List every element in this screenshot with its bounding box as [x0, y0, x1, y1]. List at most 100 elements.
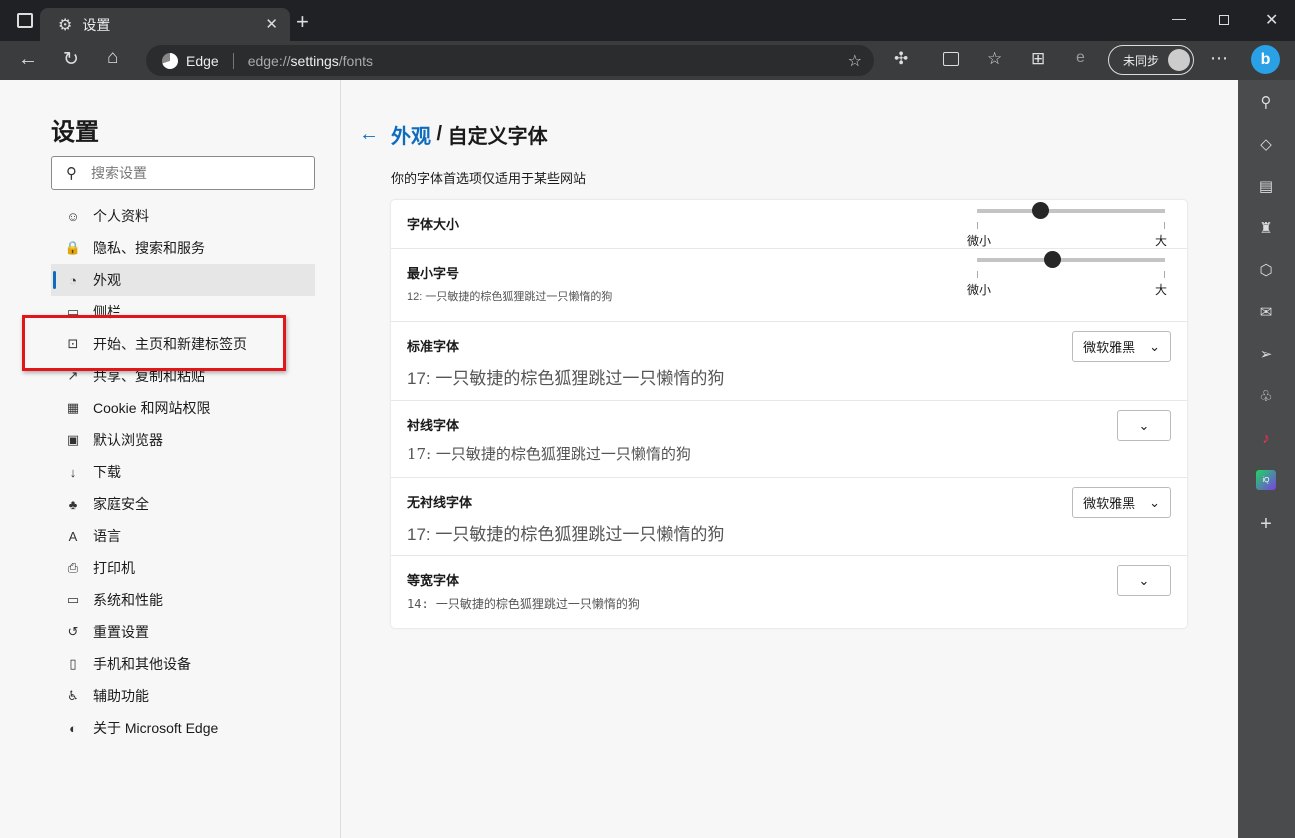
more-icon[interactable]: ⋯: [1210, 48, 1228, 69]
sidebar-item-15[interactable]: ♿ 辅助功能: [51, 680, 315, 712]
fonts-card: 字体大小 微小 大 最小字号 12: 一只敏捷的棕色狐狸跳过一只懒惰的狗 微小 …: [391, 200, 1187, 628]
close-tab-icon[interactable]: ✕: [265, 15, 278, 33]
standard-font-row: 标准字体 17: 一只敏捷的棕色狐狸跳过一只懒惰的狗 微软雅黑 ⌄: [391, 322, 1187, 401]
split-screen-icon[interactable]: [943, 52, 959, 66]
sidebar-item-1[interactable]: 🔒 隐私、搜索和服务: [51, 232, 315, 264]
sidebar-item-11[interactable]: ⎙ 打印机: [51, 552, 315, 584]
new-tab-icon[interactable]: +: [296, 9, 309, 35]
chevron-down-icon: ⌄: [1149, 494, 1160, 510]
microsoft-365-icon[interactable]: ⬡: [1256, 260, 1276, 280]
phone-icon: ▯: [69, 656, 77, 671]
profile-sync-button[interactable]: 未同步: [1108, 45, 1194, 75]
sidebar-item-label: 家庭安全: [93, 496, 149, 512]
sidebar-item-label: 下载: [93, 464, 121, 480]
maximize-icon[interactable]: [1219, 15, 1229, 25]
bing-copilot-icon[interactable]: b: [1251, 45, 1280, 74]
sans-serif-font-sample: 17: 一只敏捷的棕色狐狸跳过一只懒惰的狗: [407, 525, 725, 544]
search-icon: ⚲: [66, 165, 77, 182]
sidebar-item-12[interactable]: ▭ 系统和性能: [51, 584, 315, 616]
sidebar-item-label: Cookie 和网站权限: [93, 400, 211, 416]
sidebar-item-7[interactable]: ▣ 默认浏览器: [51, 424, 315, 456]
avatar: [1168, 49, 1190, 71]
sidebar-item-2[interactable]: ◔ 外观: [51, 264, 315, 296]
monospace-font-dropdown[interactable]: ⌄: [1117, 565, 1171, 596]
address-bar[interactable]: Edge edge://settings/fonts ☆: [146, 45, 874, 76]
search-input[interactable]: ⚲ 搜索设置: [51, 156, 315, 190]
slider-thumb[interactable]: [1031, 202, 1049, 219]
sidebar-item-label: 个人资料: [93, 208, 149, 224]
chevron-down-icon: ⌄: [1138, 572, 1150, 588]
games-chess-icon[interactable]: ♜: [1256, 218, 1276, 238]
standard-font-sample: 17: 一只敏捷的棕色狐狸跳过一只懒惰的狗: [407, 369, 725, 388]
sidebar-item-label: 系统和性能: [93, 592, 163, 608]
add-favorite-icon[interactable]: ☆: [848, 51, 862, 71]
min-font-size-row: 最小字号 12: 一只敏捷的棕色狐狸跳过一只懒惰的狗 微小 大: [391, 249, 1187, 322]
laptop-icon: ▭: [66, 592, 80, 607]
family-icon: ♣: [68, 496, 78, 512]
sidebar-item-8[interactable]: ↓ 下载: [51, 456, 315, 488]
download-icon: ↓: [69, 464, 77, 480]
palette-icon: ◔: [69, 272, 77, 288]
sidebar-item-14[interactable]: ▯ 手机和其他设备: [51, 648, 315, 680]
settings-sidebar: 设置 ⚲ 搜索设置 ☺ 个人资料 🔒 隐私、搜索和服务 ◔ 外观 ▭ 侧栏 ⊡ 开始、主页和新建标…: [0, 80, 341, 838]
breadcrumb-separator: /: [431, 123, 448, 145]
sidebar-item-label: 外观: [93, 272, 121, 288]
close-window-icon[interactable]: ✕: [1265, 10, 1278, 30]
settings-nav: ☺ 个人资料 🔒 隐私、搜索和服务 ◔ 外观 ▭ 侧栏 ⊡ 开始、主页和新建标签页 ↗ 共享、复制和粘…: [51, 200, 315, 744]
sidebar-item-label: 打印机: [93, 560, 135, 576]
serif-font-dropdown[interactable]: ⌄: [1117, 410, 1171, 441]
back-icon[interactable]: ←: [18, 48, 38, 71]
sidebar-item-label: 辅助功能: [93, 688, 149, 704]
profile-icon: ☺: [66, 208, 80, 224]
extensions-icon[interactable]: ✣: [894, 49, 908, 69]
serif-font-label: 衬线字体: [407, 418, 460, 433]
language-icon: A: [68, 528, 78, 544]
sidebar-item-9[interactable]: ♣ 家庭安全: [51, 488, 315, 520]
search-placeholder: 搜索设置: [91, 165, 147, 181]
monospace-font-label: 等宽字体: [407, 573, 460, 588]
dropdown-value: 微软雅黑: [1083, 340, 1136, 355]
ie-mode-icon[interactable]: e: [1076, 49, 1085, 67]
sidebar-item-10[interactable]: A 语言: [51, 520, 315, 552]
font-size-slider[interactable]: 微小 大: [967, 202, 1167, 248]
iqiyi-icon[interactable]: iQ: [1256, 470, 1276, 490]
edge-logo-icon: [162, 52, 178, 69]
minimize-icon[interactable]: —: [1172, 10, 1186, 26]
collections-icon[interactable]: ⊞: [1031, 49, 1045, 69]
breadcrumb-appearance-link[interactable]: 外观: [391, 120, 431, 149]
serif-font-sample: 17: 一只敏捷的棕色狐狸跳过一只懒惰的狗: [407, 445, 691, 463]
drop-send-icon[interactable]: ➢: [1256, 344, 1276, 364]
page-title: 自定义字体: [447, 126, 548, 148]
cookie-icon: ▦: [66, 400, 80, 415]
refresh-icon[interactable]: ↻: [63, 48, 79, 71]
tiktok-icon[interactable]: ♪: [1256, 428, 1276, 448]
tree-icon[interactable]: ♧: [1256, 386, 1276, 406]
outlook-icon[interactable]: ✉: [1256, 302, 1276, 322]
sans-serif-font-dropdown[interactable]: 微软雅黑 ⌄: [1072, 487, 1171, 518]
slider-max-label: 大: [1154, 283, 1167, 297]
search-icon[interactable]: ⚲: [1256, 92, 1276, 112]
favorites-icon[interactable]: ☆: [987, 49, 1002, 69]
sidebar-item-6[interactable]: ▦ Cookie 和网站权限: [51, 392, 315, 424]
slider-min-label: 微小: [967, 234, 992, 248]
lock-icon: 🔒: [64, 240, 82, 255]
tools-briefcase-icon[interactable]: ▤: [1256, 176, 1276, 196]
add-sidebar-icon[interactable]: +: [1256, 513, 1276, 535]
tab-settings[interactable]: ⚙ 设置 ✕: [40, 8, 290, 41]
slider-thumb[interactable]: [1044, 251, 1062, 268]
sidebar-item-16[interactable]: ◐ 关于 Microsoft Edge: [51, 712, 315, 744]
tab-actions-icon[interactable]: [17, 13, 33, 28]
main-content: ← 外观 / 自定义字体 你的字体首选项仅适用于某些网站 字体大小 微小 大 最…: [341, 80, 1238, 838]
sidebar-item-0[interactable]: ☺ 个人资料: [51, 200, 315, 232]
min-font-size-slider[interactable]: 微小 大: [967, 251, 1167, 297]
back-arrow-icon[interactable]: ←: [359, 123, 379, 146]
gear-icon: ⚙: [58, 16, 73, 34]
sidebar-item-13[interactable]: ↺ 重置设置: [51, 616, 315, 648]
shopping-tag-icon[interactable]: ◇: [1256, 134, 1276, 154]
standard-font-dropdown[interactable]: 微软雅黑 ⌄: [1072, 331, 1171, 362]
browser-icon: ▣: [66, 432, 80, 447]
url-text: edge://settings/fonts: [247, 52, 374, 69]
sidebar-item-label: 语言: [93, 528, 121, 544]
home-icon[interactable]: ⌂: [107, 47, 118, 69]
dropdown-value: 微软雅黑: [1083, 496, 1136, 511]
